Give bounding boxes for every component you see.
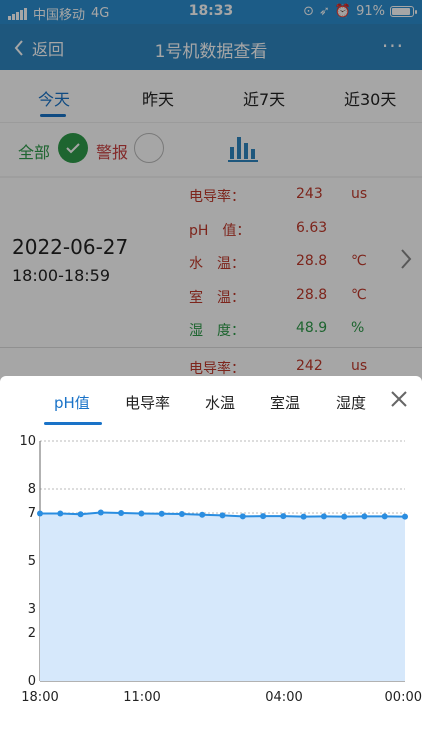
data-point (57, 510, 64, 517)
data-point (77, 511, 84, 518)
y-tick-label: 0 (28, 674, 36, 689)
series-area (40, 512, 405, 681)
data-point (199, 511, 206, 518)
y-tick-label: 3 (28, 602, 36, 617)
x-tick-label: 18:00 (21, 690, 58, 705)
y-tick-label: 5 (28, 554, 36, 569)
tab-ph[interactable]: pH值 (54, 392, 90, 413)
ph-chart: 0 2 3 5 7 8 10 18:00 11:00 04:00 00:00 (19, 434, 422, 705)
x-tick-label: 11:00 (123, 690, 160, 705)
y-tick-label: 7 (28, 506, 36, 521)
data-point (320, 513, 327, 520)
data-point (158, 510, 165, 517)
data-point (97, 509, 104, 516)
tab-conductivity[interactable]: 电导率 (125, 392, 170, 413)
data-point (138, 510, 145, 517)
chart-sheet: pH值 电导率 水温 室温 湿度 0 2 3 5 7 8 10 18:00 11:00 04:00… (0, 376, 422, 750)
data-point (341, 513, 348, 520)
x-tick-label: 04:00 (265, 690, 302, 705)
close-icon[interactable] (390, 390, 408, 408)
data-point (300, 513, 307, 520)
data-point (239, 513, 246, 520)
data-point (361, 513, 368, 520)
x-tick-label: 00:00 (385, 690, 422, 705)
data-point (402, 513, 408, 520)
tab-water-temp[interactable]: 水温 (205, 392, 235, 413)
sheet-tab-indicator (44, 422, 102, 425)
tab-humidity[interactable]: 湿度 (336, 392, 366, 413)
y-tick-label: 10 (19, 434, 36, 449)
data-point (118, 510, 125, 516)
data-point (219, 512, 226, 519)
tab-room-temp[interactable]: 室温 (270, 392, 300, 413)
data-point (37, 510, 43, 517)
data-point (260, 513, 267, 520)
y-tick-label: 8 (28, 482, 36, 497)
y-tick-label: 2 (28, 626, 36, 641)
data-point (178, 511, 185, 517)
data-point (280, 513, 287, 520)
data-point (381, 513, 388, 520)
